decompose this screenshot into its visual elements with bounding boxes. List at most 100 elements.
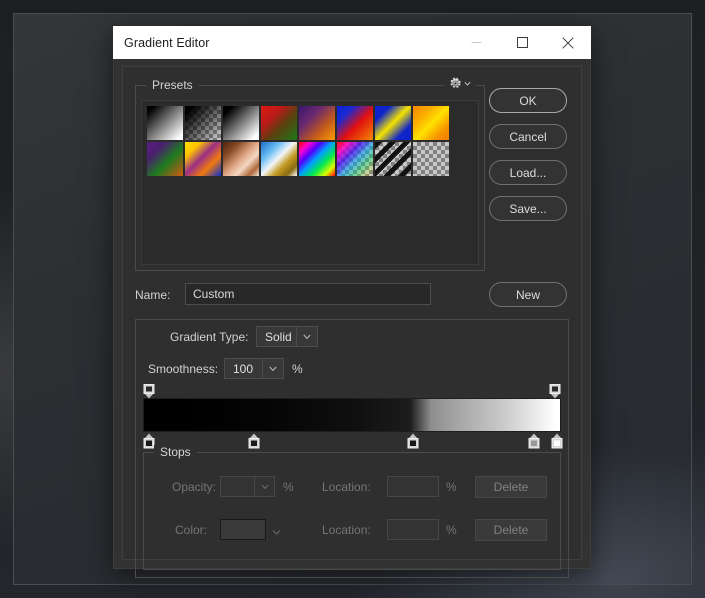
swatch-gradient	[261, 142, 297, 176]
opacity-stop-left[interactable]	[143, 384, 155, 399]
maximize-icon	[516, 37, 528, 48]
smoothness-value: 100	[233, 361, 254, 376]
window-titlebar: Gradient Editor	[113, 26, 591, 59]
chevron-down-icon	[303, 334, 311, 339]
preset-swatch-chrome[interactable]	[261, 142, 297, 176]
ok-button[interactable]: OK	[489, 88, 567, 113]
preset-swatch-transparent-rainbow[interactable]	[337, 142, 373, 176]
preset-swatch-blue-red-yellow[interactable]	[337, 106, 373, 140]
swatch-gradient	[375, 106, 411, 140]
color-chevron	[272, 523, 281, 541]
opacity-label: Opacity:	[172, 480, 217, 494]
new-button[interactable]: New	[489, 282, 567, 307]
gradient-fill	[144, 399, 560, 431]
swatch-gradient	[147, 106, 183, 140]
stops-group: Stops Opacity: % Location: % Delete Colo…	[143, 445, 561, 570]
preset-swatch-blue-yellow-blue[interactable]	[375, 106, 411, 140]
color-label: Color:	[175, 523, 208, 537]
preset-swatch-transparent-stripes[interactable]	[375, 142, 411, 176]
color-location-percent: %	[446, 523, 457, 537]
preset-swatch-violet-green-orange[interactable]	[147, 142, 183, 176]
gradient-type-select[interactable]: Solid	[256, 326, 318, 347]
presets-swatch-grid	[142, 101, 478, 177]
opacity-percent: %	[283, 480, 294, 494]
minimize-icon	[471, 42, 481, 43]
preset-swatch-foreground-to-transparent[interactable]	[185, 106, 221, 140]
swatch-gradient	[147, 142, 183, 176]
save-button[interactable]: Save...	[489, 196, 567, 221]
swatch-gradient	[223, 106, 259, 140]
maximize-button[interactable]	[499, 26, 545, 59]
opacity-location-input	[387, 476, 439, 497]
color-stop-icon	[528, 433, 540, 449]
opacity-stop-right[interactable]	[549, 384, 561, 399]
window-title: Gradient Editor	[124, 35, 210, 50]
preset-swatch-foreground-to-background[interactable]	[147, 106, 183, 140]
close-icon	[562, 36, 574, 49]
swatch-gradient	[413, 106, 449, 140]
delete-opacity-stop-button: Delete	[475, 476, 547, 498]
smoothness-select[interactable]: 100	[224, 358, 284, 379]
color-stop-icon	[551, 433, 563, 449]
color-stop-2[interactable]	[248, 433, 260, 449]
checkerboard	[413, 142, 449, 176]
cancel-button[interactable]: Cancel	[489, 124, 567, 149]
smoothness-percent: %	[292, 362, 303, 376]
preset-swatch-orange-yellow-orange[interactable]	[413, 106, 449, 140]
name-input[interactable]: Custom	[185, 283, 431, 305]
color-stop-3[interactable]	[407, 433, 419, 449]
color-stop-icon	[248, 433, 260, 449]
chevron-down-icon	[269, 366, 277, 371]
gear-icon	[450, 77, 461, 88]
gradient-preview-bar[interactable]	[143, 398, 561, 432]
swatch-gradient	[261, 106, 297, 140]
stops-label: Stops	[154, 445, 197, 459]
swatch-gradient	[299, 142, 335, 176]
smoothness-chevron	[262, 359, 283, 378]
presets-label: Presets	[146, 78, 199, 92]
window-body: Presets OK Cancel Load... Save... New Na…	[113, 59, 591, 578]
chevron-down-icon	[260, 484, 269, 489]
swatch-gradient	[375, 142, 411, 176]
presets-group: Presets	[135, 77, 485, 271]
preset-swatch-copper[interactable]	[223, 142, 259, 176]
swatch-gradient	[185, 106, 221, 140]
gradient-type-value: Solid	[265, 329, 292, 344]
color-stop-icon	[407, 433, 419, 449]
color-swatch	[220, 519, 266, 540]
gradient-type-label: Gradient Type:	[170, 330, 249, 344]
opacity-stop-icon	[549, 384, 561, 399]
swatch-gradient	[223, 142, 259, 176]
preset-swatch-transparent[interactable]	[413, 142, 449, 176]
smoothness-label: Smoothness:	[148, 362, 219, 376]
color-stop-4[interactable]	[528, 433, 540, 449]
color-stop-5[interactable]	[551, 433, 563, 449]
gradient-type-chevron	[296, 327, 317, 346]
minimize-button[interactable]	[453, 26, 499, 59]
close-button[interactable]	[545, 26, 591, 59]
color-location-label: Location:	[322, 523, 371, 537]
opacity-location-label: Location:	[322, 480, 371, 494]
swatch-gradient	[299, 106, 335, 140]
preset-swatch-violet-orange[interactable]	[299, 106, 335, 140]
gradient-settings-group: Gradient Type: Solid Smoothness: 100 % S…	[135, 319, 569, 578]
load-button[interactable]: Load...	[489, 160, 567, 185]
opacity-input	[220, 476, 275, 497]
preset-swatch-black-to-white[interactable]	[223, 106, 259, 140]
name-label: Name:	[135, 288, 171, 302]
dialog-content: Presets OK Cancel Load... Save... New Na…	[122, 66, 582, 578]
presets-menu-button[interactable]	[444, 77, 476, 90]
delete-color-stop-button: Delete	[475, 519, 547, 541]
preset-swatch-yellow-violet-orange-blue[interactable]	[185, 142, 221, 176]
swatch-gradient	[185, 142, 221, 176]
preset-swatch-red-green[interactable]	[261, 106, 297, 140]
opacity-stop-icon	[143, 384, 155, 399]
presets-well[interactable]	[141, 100, 479, 265]
chevron-down-icon	[272, 530, 281, 535]
color-location-input	[387, 519, 439, 540]
opacity-location-percent: %	[446, 480, 457, 494]
swatch-gradient	[337, 142, 373, 176]
swatch-gradient	[337, 106, 373, 140]
preset-swatch-spectrum[interactable]	[299, 142, 335, 176]
opacity-chevron	[254, 477, 274, 496]
